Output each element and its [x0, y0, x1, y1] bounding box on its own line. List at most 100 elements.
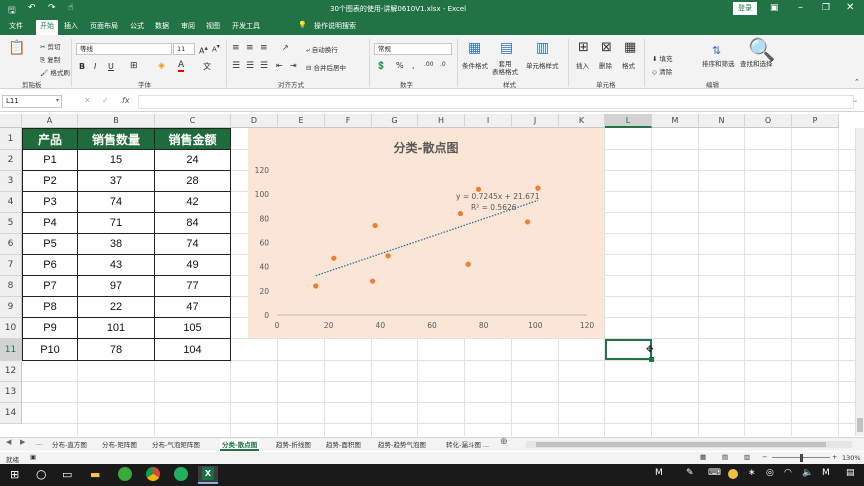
- table-cell[interactable]: 38: [78, 234, 155, 255]
- align-bottom-icon[interactable]: ≡: [260, 43, 268, 53]
- table-cell[interactable]: 37: [78, 171, 155, 192]
- sheet-tab-matrix[interactable]: 分布-矩阵图: [102, 439, 137, 449]
- row-header[interactable]: 6: [0, 234, 22, 255]
- clear-button[interactable]: ◇ 清除: [652, 66, 672, 76]
- tab-home[interactable]: 开始: [36, 20, 58, 35]
- touch-mode-icon[interactable]: ☝: [68, 3, 73, 13]
- tab-insert[interactable]: 插入: [64, 21, 78, 31]
- font-size-select[interactable]: 11: [173, 43, 195, 55]
- app-green-icon[interactable]: [174, 467, 188, 481]
- vertical-scroll-thumb[interactable]: [857, 418, 863, 432]
- tray-wifi-icon[interactable]: ◠: [784, 468, 792, 478]
- format-cells-button[interactable]: 格式: [622, 60, 635, 70]
- sheet-tab-bubble-matrix[interactable]: 分布-气泡矩阵图: [152, 439, 200, 449]
- zoom-in-icon[interactable]: +: [832, 453, 837, 461]
- fill-color-icon[interactable]: ◈: [158, 61, 165, 71]
- enter-icon[interactable]: ✓: [102, 96, 109, 105]
- table-cell[interactable]: 104: [155, 339, 231, 361]
- row-header[interactable]: 5: [0, 213, 22, 234]
- column-header[interactable]: F: [325, 114, 372, 128]
- table-cell[interactable]: 43: [78, 255, 155, 276]
- chrome-icon[interactable]: [146, 467, 160, 481]
- table-cell[interactable]: P7: [22, 276, 78, 297]
- phonetic-icon[interactable]: 文: [203, 61, 211, 72]
- row-header[interactable]: 10: [0, 318, 22, 339]
- tray-pen-icon[interactable]: ✎: [686, 468, 694, 478]
- paste-icon[interactable]: 📋: [8, 40, 25, 56]
- task-view-icon[interactable]: ▭: [62, 468, 72, 481]
- column-header[interactable]: E: [278, 114, 325, 128]
- table-format-icon[interactable]: ▤: [500, 40, 513, 56]
- ribbon-options-icon[interactable]: ▣: [770, 3, 779, 13]
- scatter-point[interactable]: [457, 210, 464, 217]
- fill-handle[interactable]: [649, 357, 654, 362]
- shrink-font-icon[interactable]: A▾: [212, 44, 220, 53]
- align-right-icon[interactable]: ☰: [260, 61, 268, 71]
- redo-icon[interactable]: ↷: [48, 3, 56, 13]
- row-header[interactable]: 13: [0, 382, 22, 403]
- table-cell[interactable]: P2: [22, 171, 78, 192]
- search-icon[interactable]: ○: [36, 467, 46, 481]
- column-header[interactable]: I: [465, 114, 512, 128]
- table-header-cell[interactable]: 产品: [22, 128, 78, 150]
- scatter-point[interactable]: [372, 222, 378, 229]
- column-header[interactable]: M: [652, 114, 699, 128]
- table-cell[interactable]: 74: [155, 234, 231, 255]
- table-cell[interactable]: P3: [22, 192, 78, 213]
- delete-cells-button[interactable]: 删除: [599, 60, 612, 70]
- table-cell[interactable]: P10: [22, 339, 78, 361]
- row-header[interactable]: 9: [0, 297, 22, 318]
- table-cell[interactable]: 71: [78, 213, 155, 234]
- scatter-point[interactable]: [535, 185, 541, 191]
- undo-icon[interactable]: ↶: [28, 3, 36, 13]
- orientation-icon[interactable]: ↗: [282, 43, 289, 52]
- table-cell[interactable]: 28: [155, 171, 231, 192]
- horizontal-scroll-thumb[interactable]: [536, 442, 826, 447]
- table-format-button[interactable]: 套用 表格格式: [492, 60, 518, 76]
- delete-cells-icon[interactable]: ⊠: [601, 40, 612, 55]
- column-header[interactable]: H: [418, 114, 465, 128]
- sheet-tab-line[interactable]: 趋势-折线图: [276, 439, 311, 449]
- wrap-text-button[interactable]: ⤶ 自动换行: [306, 44, 338, 55]
- column-header[interactable]: J: [512, 114, 559, 128]
- column-header[interactable]: N: [699, 114, 745, 128]
- page-break-view-icon[interactable]: ▥: [744, 453, 750, 461]
- table-cell[interactable]: 47: [155, 297, 231, 318]
- table-cell[interactable]: 74: [78, 192, 155, 213]
- table-header-cell[interactable]: 销售金额: [155, 128, 231, 150]
- tray-input-icon[interactable]: ⌨: [708, 468, 721, 478]
- zoom-level[interactable]: 130%: [842, 454, 861, 462]
- zoom-out-icon[interactable]: −: [762, 453, 767, 461]
- column-header[interactable]: L: [605, 114, 652, 128]
- copy-button[interactable]: ⎘ 复制: [40, 54, 60, 65]
- column-header[interactable]: C: [155, 114, 231, 128]
- select-all-corner[interactable]: [0, 114, 22, 128]
- browser-green-icon[interactable]: [118, 467, 132, 481]
- table-cell[interactable]: P9: [22, 318, 78, 339]
- sort-filter-button[interactable]: 排序和筛选: [702, 58, 735, 68]
- page-layout-view-icon[interactable]: ▤: [722, 453, 728, 461]
- align-top-icon[interactable]: ≡: [232, 43, 240, 53]
- italic-button[interactable]: I: [94, 62, 96, 71]
- align-center-icon[interactable]: ☰: [246, 61, 254, 71]
- align-left-icon[interactable]: ☰: [232, 61, 240, 71]
- table-cell[interactable]: 105: [155, 318, 231, 339]
- save-icon[interactable]: 🖫: [8, 3, 16, 19]
- percent-icon[interactable]: %: [396, 61, 404, 70]
- find-select-button[interactable]: 查找和选择: [740, 58, 773, 68]
- horizontal-scrollbar[interactable]: [526, 441, 852, 448]
- add-sheet-icon[interactable]: ⊕: [500, 437, 508, 447]
- scatter-point[interactable]: [331, 255, 337, 261]
- comma-style-icon[interactable]: ,: [412, 61, 415, 70]
- row-header[interactable]: 3: [0, 171, 22, 192]
- align-middle-icon[interactable]: ≡: [246, 43, 254, 53]
- table-cell[interactable]: 49: [155, 255, 231, 276]
- notification-icon[interactable]: ▤: [846, 468, 855, 478]
- minimize-icon[interactable]: –: [798, 2, 803, 13]
- scatter-chart[interactable]: 分类-散点图 0 20 40 60 80 100 120 0 20 40 60 80 100 120 y …: [248, 128, 604, 338]
- number-format-select[interactable]: 常规: [374, 43, 452, 55]
- tray-bluetooth-icon[interactable]: ∗: [748, 468, 756, 478]
- close-icon[interactable]: ✕: [846, 2, 854, 13]
- format-painter-button[interactable]: 🖌 格式刷: [40, 67, 70, 77]
- cut-button[interactable]: ✂ 剪切: [40, 41, 61, 51]
